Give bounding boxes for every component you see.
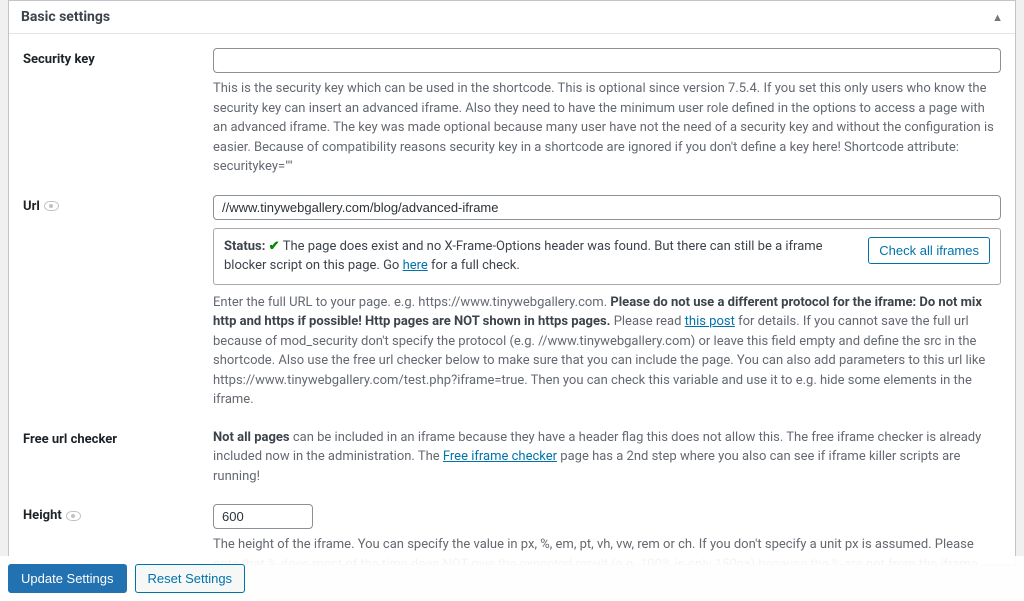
- basic-settings-panel: Basic settings ▲ Security key This is th…: [8, 0, 1016, 565]
- panel-title: Basic settings: [21, 9, 110, 25]
- security-key-input[interactable]: [213, 48, 1001, 73]
- label-security-key: Security key: [23, 48, 213, 67]
- row-security-key: Security key This is the security key wh…: [13, 44, 1011, 191]
- url-status-box: Status: ✔ The page does exist and no X-F…: [213, 228, 1001, 285]
- check-all-iframes-button[interactable]: Check all iframes: [868, 237, 990, 264]
- label-free-url-checker: Free url checker: [23, 428, 213, 447]
- row-free-url-checker: Free url checker Not all pages can be in…: [13, 424, 1011, 501]
- label-height: Height: [23, 504, 213, 523]
- check-icon: ✔: [269, 239, 283, 254]
- row-url: Url Status: ✔ The page does exist and no…: [13, 191, 1011, 424]
- panel-header[interactable]: Basic settings ▲: [9, 1, 1015, 34]
- status-here-link[interactable]: here: [403, 258, 428, 273]
- free-iframe-checker-link[interactable]: Free iframe checker: [443, 449, 557, 464]
- panel-body: Security key This is the security key wh…: [9, 34, 1015, 564]
- height-input[interactable]: [213, 504, 313, 529]
- security-key-desc: This is the security key which can be us…: [213, 79, 1001, 177]
- eye-icon: [66, 511, 81, 521]
- collapse-icon: ▲: [992, 11, 1003, 24]
- row-height: Height The height of the iframe. You can…: [13, 500, 1011, 564]
- free-url-checker-desc: Not all pages can be included in an ifra…: [213, 428, 1001, 487]
- status-label: Status:: [224, 239, 265, 254]
- url-desc: Enter the full URL to your page. e.g. ht…: [213, 293, 1001, 410]
- url-input[interactable]: [213, 195, 1001, 220]
- eye-icon: [44, 201, 59, 211]
- footer-bar: Update Settings Reset Settings: [0, 556, 1024, 601]
- status-msg: The page does exist and no X-Frame-Optio…: [224, 239, 823, 274]
- this-post-link[interactable]: this post: [685, 314, 735, 329]
- label-url: Url: [23, 195, 213, 214]
- update-settings-button[interactable]: Update Settings: [8, 564, 127, 593]
- reset-settings-button[interactable]: Reset Settings: [135, 564, 246, 593]
